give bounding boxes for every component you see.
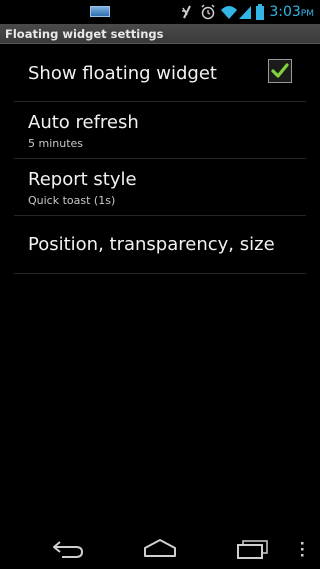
pref-title: Show floating widget: [28, 63, 217, 84]
pref-report-style[interactable]: Report style Quick toast (1s): [14, 159, 306, 216]
back-icon[interactable]: [50, 536, 86, 562]
battery-icon: [256, 4, 264, 20]
signal-icon: [239, 6, 251, 19]
screen: 3:03PM Floating widget settings Show flo…: [0, 0, 320, 569]
wifi-icon: [221, 6, 237, 19]
navigation-bar: [0, 528, 320, 569]
show-floating-widget-checkbox[interactable]: [268, 59, 292, 83]
title-bar: Floating widget settings: [0, 24, 320, 44]
pref-summary: 5 minutes: [28, 137, 84, 150]
recent-apps-icon[interactable]: [234, 536, 270, 562]
overflow-menu-icon[interactable]: [296, 536, 308, 562]
status-bar: 3:03PM: [0, 0, 320, 24]
checkmark-icon: [271, 63, 289, 78]
home-icon[interactable]: [142, 536, 178, 562]
alarm-icon: [201, 4, 215, 20]
notification-battery-icon: [90, 6, 110, 17]
pref-position-transparency-size[interactable]: Position, transparency, size: [14, 216, 306, 274]
status-time-ampm: PM: [300, 9, 314, 19]
pref-auto-refresh[interactable]: Auto refresh 5 minutes: [14, 102, 306, 159]
pref-title: Auto refresh: [28, 112, 139, 133]
pref-show-floating-widget[interactable]: Show floating widget: [14, 45, 306, 102]
mute-icon: [182, 5, 191, 19]
pref-title: Report style: [28, 169, 137, 190]
pref-summary: Quick toast (1s): [28, 194, 116, 207]
page-title: Floating widget settings: [5, 27, 164, 41]
pref-title: Position, transparency, size: [28, 234, 275, 255]
status-time: 3:03PM: [269, 3, 314, 23]
status-time-value: 3:03: [269, 4, 301, 20]
